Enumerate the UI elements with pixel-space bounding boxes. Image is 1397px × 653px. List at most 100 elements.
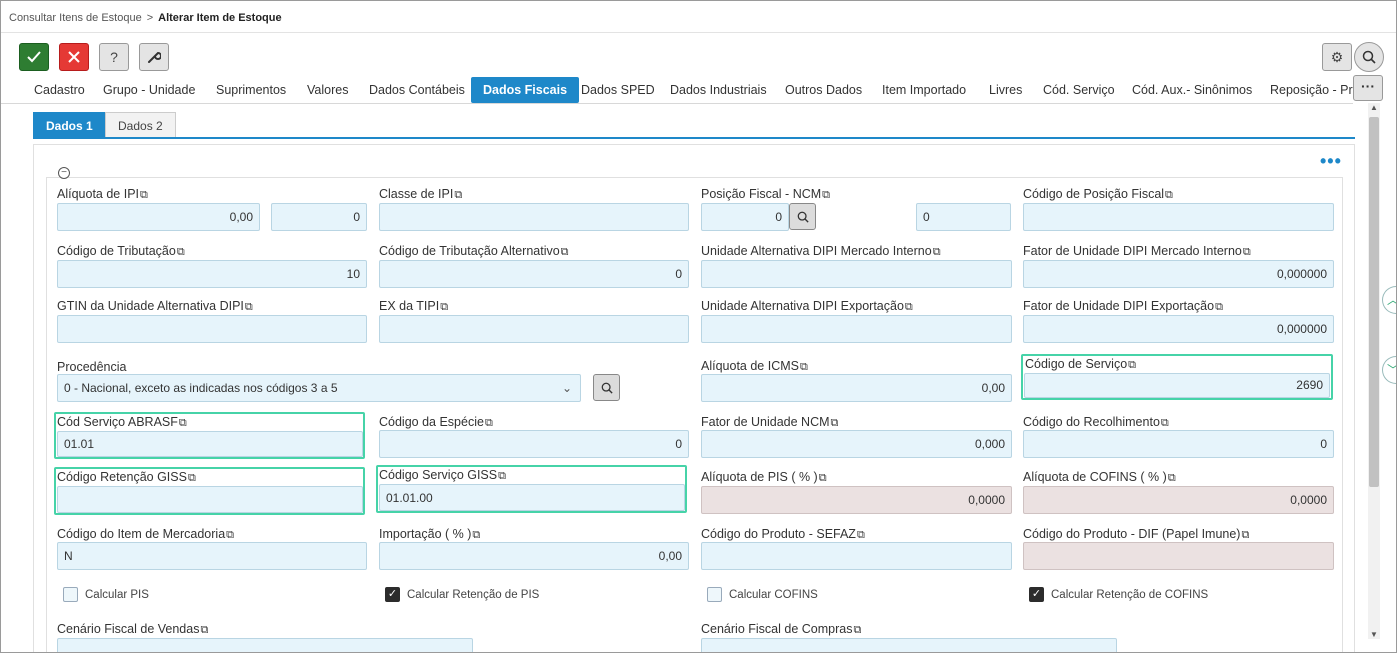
- tab-outros-dados[interactable]: Outros Dados: [773, 77, 874, 103]
- gtin-input[interactable]: [57, 315, 367, 343]
- copy-icon[interactable]: ⧉: [822, 189, 830, 201]
- vertical-scrollbar[interactable]: ▲ ▼: [1368, 103, 1380, 639]
- copy-icon[interactable]: ⧉: [1215, 301, 1223, 313]
- posicao-ncm-search-button[interactable]: [789, 203, 816, 230]
- copy-icon[interactable]: ⧉: [905, 301, 913, 313]
- copy-icon[interactable]: ⧉: [800, 361, 808, 373]
- posicao-ncm-secondary-input[interactable]: 0: [916, 203, 1011, 231]
- aliquota-icms-input[interactable]: 0,00: [701, 374, 1012, 402]
- scroll-down-arrow-icon[interactable]: ▼: [1369, 630, 1379, 639]
- tab-cadastro[interactable]: Cadastro: [22, 77, 97, 103]
- cod-tributacao-input[interactable]: 10: [57, 260, 367, 288]
- copy-icon[interactable]: ⧉: [853, 624, 861, 636]
- field-label-procedencia: Procedência: [57, 360, 127, 374]
- tab-item-importado[interactable]: Item Importado: [870, 77, 978, 103]
- importacao-input[interactable]: 0,00: [379, 542, 689, 570]
- tab-dados-industriais[interactable]: Dados Industriais: [658, 77, 779, 103]
- aliquota-ipi-secondary-input[interactable]: 0: [271, 203, 367, 231]
- unid-alt-dipi-mi-input[interactable]: [701, 260, 1012, 288]
- cod-servico-abrasf-input[interactable]: 01.01: [57, 431, 363, 457]
- confirm-button[interactable]: [19, 43, 49, 71]
- cenario-vendas-input[interactable]: [57, 638, 473, 652]
- side-expand-button[interactable]: ﹀: [1382, 356, 1396, 384]
- codigo-posicao-input[interactable]: [1023, 203, 1334, 231]
- field-label-unid-alt-dipi-mi: Unidade Alternativa DIPI Mercado Interno…: [701, 244, 941, 258]
- side-collapse-button[interactable]: ︿: [1382, 286, 1396, 314]
- tools-button[interactable]: [139, 43, 169, 71]
- copy-icon[interactable]: ⧉: [485, 417, 493, 429]
- copy-icon[interactable]: ⧉: [454, 189, 462, 201]
- procedencia-search-button[interactable]: [593, 374, 620, 401]
- tab-dados-contabeis[interactable]: Dados Contábeis: [357, 77, 477, 103]
- classe-ipi-input[interactable]: [379, 203, 689, 231]
- global-search-button[interactable]: [1354, 42, 1384, 72]
- subtab-dados-1[interactable]: Dados 1: [33, 112, 106, 138]
- copy-icon[interactable]: ⧉: [1128, 359, 1136, 371]
- tab-cod-aux-sinonimos[interactable]: Cód. Aux.- Sinônimos: [1120, 77, 1264, 103]
- tab-livres[interactable]: Livres: [977, 77, 1034, 103]
- fator-ncm-input[interactable]: 0,000: [701, 430, 1012, 458]
- copy-icon[interactable]: ⧉: [819, 472, 827, 484]
- tab-grupo-unidade[interactable]: Grupo - Unidade: [91, 77, 207, 103]
- copy-icon[interactable]: ⧉: [933, 246, 941, 258]
- tab-suprimentos[interactable]: Suprimentos: [204, 77, 298, 103]
- copy-icon[interactable]: ⧉: [177, 246, 185, 258]
- copy-icon[interactable]: ⧉: [1165, 189, 1173, 201]
- tab-valores[interactable]: Valores: [295, 77, 360, 103]
- copy-icon[interactable]: ⧉: [472, 529, 480, 541]
- search-icon: [797, 211, 809, 223]
- copy-icon[interactable]: ⧉: [140, 189, 148, 201]
- tab-reposicao[interactable]: Reposição - Pre: [1258, 77, 1353, 103]
- scroll-up-arrow-icon[interactable]: ▲: [1369, 103, 1379, 112]
- cod-servico-giss-input[interactable]: 01.01.00: [379, 484, 685, 511]
- copy-icon[interactable]: ⧉: [226, 529, 234, 541]
- field-label-cod-trib-alt: Código de Tributação Alternativo⧉: [379, 244, 569, 258]
- codigo-recolhimento-input[interactable]: 0: [1023, 430, 1334, 458]
- calc-cofins-checkbox[interactable]: [707, 587, 722, 602]
- copy-icon[interactable]: ⧉: [179, 417, 187, 429]
- cod-produto-sefaz-input[interactable]: [701, 542, 1012, 570]
- tabs-divider: [1, 103, 1353, 104]
- cod-retencao-giss-input[interactable]: [57, 486, 363, 513]
- wrench-icon: [148, 51, 161, 63]
- panel-options-icon[interactable]: •••: [1320, 151, 1342, 172]
- calc-pis-checkbox[interactable]: [63, 587, 78, 602]
- section-collapse-icon[interactable]: −: [58, 167, 70, 179]
- posicao-ncm-input[interactable]: 0: [701, 203, 789, 231]
- copy-icon[interactable]: ⧉: [831, 417, 839, 429]
- tab-dados-sped[interactable]: Dados SPED: [569, 77, 667, 103]
- copy-icon[interactable]: ⧉: [440, 301, 448, 313]
- cod-item-mercadoria-input[interactable]: N: [57, 542, 367, 570]
- copy-icon[interactable]: ⧉: [200, 624, 208, 636]
- copy-icon[interactable]: ⧉: [1243, 246, 1251, 258]
- tab-dados-fiscais[interactable]: Dados Fiscais: [471, 77, 580, 103]
- copy-icon[interactable]: ⧉: [561, 246, 569, 258]
- calc-ret-pis-checkbox[interactable]: ✓: [385, 587, 400, 602]
- cod-trib-alt-input[interactable]: 0: [379, 260, 689, 288]
- scrollbar-thumb[interactable]: [1369, 117, 1379, 487]
- calc-ret-cofins-checkbox[interactable]: ✓: [1029, 587, 1044, 602]
- tabs-more-button[interactable]: ···: [1353, 75, 1383, 101]
- tab-cod-servico[interactable]: Cód. Serviço: [1031, 77, 1127, 103]
- fator-dipi-exp-input[interactable]: 0,000000: [1023, 315, 1334, 343]
- codigo-especie-input[interactable]: 0: [379, 430, 689, 458]
- fator-dipi-mi-input[interactable]: 0,000000: [1023, 260, 1334, 288]
- settings-button[interactable]: ⚙: [1322, 43, 1352, 71]
- copy-icon[interactable]: ⧉: [857, 529, 865, 541]
- copy-icon[interactable]: ⧉: [1161, 417, 1169, 429]
- procedencia-select[interactable]: 0 - Nacional, exceto as indicadas nos có…: [57, 374, 581, 402]
- cenario-compras-input[interactable]: [701, 638, 1117, 652]
- unid-alt-dipi-exp-input[interactable]: [701, 315, 1012, 343]
- help-button[interactable]: ?: [99, 43, 129, 71]
- copy-icon[interactable]: ⧉: [1168, 472, 1176, 484]
- subtab-dados-2[interactable]: Dados 2: [105, 112, 176, 138]
- aliquota-ipi-input[interactable]: 0,00: [57, 203, 260, 231]
- copy-icon[interactable]: ⧉: [498, 470, 506, 482]
- ex-tipi-input[interactable]: [379, 315, 689, 343]
- codigo-servico-input[interactable]: 2690: [1024, 373, 1330, 398]
- copy-icon[interactable]: ⧉: [188, 472, 196, 484]
- breadcrumb-parent[interactable]: Consultar Itens de Estoque: [9, 12, 142, 24]
- cancel-button[interactable]: [59, 43, 89, 71]
- copy-icon[interactable]: ⧉: [1241, 529, 1249, 541]
- copy-icon[interactable]: ⧉: [245, 301, 253, 313]
